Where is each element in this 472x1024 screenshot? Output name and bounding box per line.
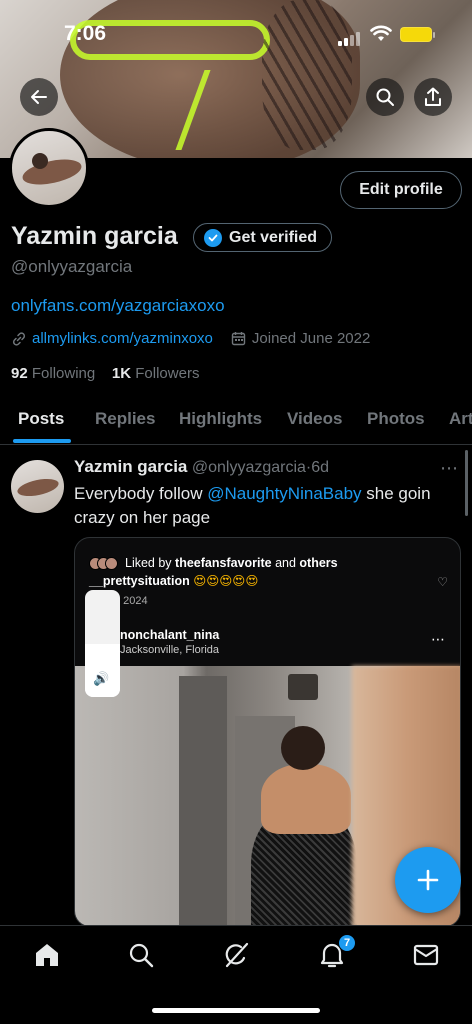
nav-grok[interactable] (221, 940, 251, 970)
media-username: nonchalant_nina (120, 628, 219, 642)
mail-icon (413, 944, 439, 966)
liked-suffix: others (299, 556, 338, 570)
volume-slider[interactable]: 🔊 (85, 590, 120, 697)
joined-date: Joined June 2022 (251, 330, 371, 347)
search-button[interactable] (366, 78, 404, 116)
share-icon (425, 87, 441, 106)
arrow-left-icon (31, 90, 47, 104)
website-link[interactable]: allmylinks.com/yazminxoxo (32, 330, 213, 347)
back-button[interactable] (20, 78, 58, 116)
avatar-photo-subject (20, 155, 84, 189)
media-location: Jacksonville, Florida (120, 644, 220, 656)
tab-videos[interactable]: Videos (287, 409, 342, 429)
get-verified-label: Get verified (229, 228, 318, 246)
following-label: Following (31, 365, 96, 382)
search-icon (129, 943, 154, 968)
wifi-icon (370, 25, 392, 41)
grok-icon (225, 942, 249, 968)
more-options-icon[interactable]: ⋯ (440, 458, 459, 479)
post-author-handle[interactable]: @onlyyazgarcia (192, 459, 306, 476)
cellular-signal-icon (338, 28, 362, 46)
tab-replies[interactable]: Replies (95, 409, 155, 429)
tab-posts[interactable]: Posts (18, 409, 64, 429)
avatar-photo-subject (15, 475, 61, 500)
liked-user: theefansfavorite (175, 556, 272, 570)
verified-badge-icon (204, 228, 222, 247)
get-verified-button[interactable]: Get verified (193, 223, 333, 252)
following-count: 92 (11, 365, 28, 382)
nav-search[interactable] (126, 940, 156, 970)
notifications-badge: 7 (338, 934, 356, 952)
calendar-icon (231, 332, 246, 346)
post-header: Yazmin garcia @onlyyazgarcia·6d (74, 457, 329, 477)
media-username-text: nonchalant_nina (120, 628, 220, 642)
battery-icon (400, 27, 435, 42)
profile-avatar[interactable] (9, 128, 89, 208)
media-caption-user: __prettysituation (89, 574, 190, 588)
avatar-photo-subject (32, 153, 48, 169)
media-caption-emoji: 😍😍😍😍😍 (193, 574, 259, 588)
nav-home[interactable] (32, 940, 62, 970)
media-liked-by: Liked by theefansfavorite and others (89, 556, 338, 570)
profile-handle: @onlyyazgarcia (11, 257, 133, 276)
compose-button[interactable] (395, 847, 461, 913)
photo-detail (288, 674, 318, 700)
post-age: 6d (311, 459, 330, 476)
post-mention[interactable]: @NaughtyNinaBaby (207, 484, 361, 503)
post-author-name[interactable]: Yazmin garcia (74, 457, 187, 476)
followers-label: Followers (135, 365, 200, 382)
nav-messages[interactable] (411, 940, 441, 970)
status-bar: 7:06 (0, 0, 472, 66)
liked-by-text: Liked by theefansfavorite and others (125, 556, 338, 570)
followers-count: 1K (111, 365, 132, 382)
speaker-icon: 🔊 (93, 671, 110, 686)
scrollbar[interactable] (465, 450, 468, 516)
home-indicator[interactable] (152, 1008, 320, 1013)
profile-meta: allmylinks.com/yazminxoxo Joined June 20… (11, 330, 370, 347)
media-more-icon: ⋯ (431, 631, 446, 647)
followers-link[interactable]: 1K Followers (112, 365, 200, 382)
active-tab-indicator (13, 439, 71, 443)
profile-tabs: Posts Replies Highlights Videos Photos A… (0, 395, 472, 445)
tab-highlights[interactable]: Highlights (179, 409, 262, 429)
liked-avatars (89, 556, 118, 570)
liked-mid: and (271, 556, 300, 570)
follow-counts: 92 Following 1K Followers (11, 365, 199, 382)
photo-subject (243, 726, 361, 926)
tab-art[interactable]: Art (449, 409, 472, 429)
heart-icon: ♡ (437, 575, 448, 589)
plus-icon (417, 869, 439, 891)
share-button[interactable] (414, 78, 452, 116)
bio-link[interactable]: onlyfans.com/yazgarciaxoxo (11, 296, 225, 316)
media-date: , 2024 (117, 595, 148, 607)
link-icon (12, 331, 26, 346)
photo-detail (179, 676, 227, 926)
tab-photos[interactable]: Photos (367, 409, 425, 429)
post-text-part: Everybody follow (74, 484, 208, 503)
following-link[interactable]: 92 Following (11, 365, 95, 382)
edit-profile-button[interactable]: Edit profile (340, 171, 462, 209)
post-text: Everybody follow @NaughtyNinaBaby she go… (74, 482, 464, 530)
search-icon (376, 88, 394, 106)
home-icon (36, 944, 58, 966)
status-time: 7:06 (64, 22, 107, 45)
profile-name: Yazmin garcia (11, 222, 178, 250)
post-author-avatar[interactable] (11, 460, 64, 513)
liked-prefix: Liked by (125, 556, 176, 570)
media-caption: __prettysituation 😍😍😍😍😍 (89, 573, 258, 588)
